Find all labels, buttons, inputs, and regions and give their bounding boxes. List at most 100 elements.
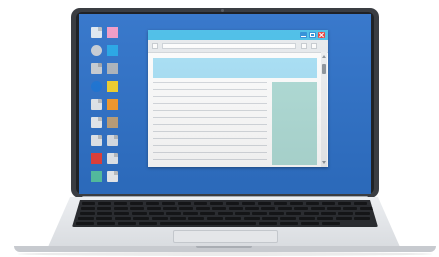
- pie-chart-icon[interactable]: [107, 171, 118, 182]
- file-icon-2[interactable]: [107, 135, 118, 146]
- keyboard-key[interactable]: [259, 222, 277, 225]
- keyboard-key[interactable]: [162, 202, 175, 205]
- keyboard-key[interactable]: [98, 202, 111, 205]
- keyboard-key[interactable]: [354, 202, 367, 205]
- orange-folder-icon[interactable]: [107, 99, 118, 110]
- keyboard-key[interactable]: [306, 202, 319, 205]
- keyboard-key[interactable]: [327, 207, 341, 210]
- keyboard-key[interactable]: [261, 207, 276, 210]
- keyboard-key[interactable]: [210, 202, 223, 205]
- keyboard-key[interactable]: [301, 222, 319, 225]
- keyboard-key[interactable]: [96, 217, 113, 220]
- keyboard-key[interactable]: [178, 202, 191, 205]
- bookmark-icon[interactable]: [301, 43, 307, 49]
- keyboard-key[interactable]: [354, 217, 370, 220]
- keyboard-key[interactable]: [343, 207, 358, 210]
- keyboard-key[interactable]: [212, 207, 227, 210]
- keyboard-key[interactable]: [252, 212, 267, 215]
- keyboard-key[interactable]: [114, 217, 131, 220]
- home-icon[interactable]: [152, 43, 158, 49]
- scroll-thumb[interactable]: [322, 64, 326, 74]
- teal-folder-icon[interactable]: [91, 171, 102, 182]
- keyboard-key[interactable]: [76, 222, 94, 225]
- gray-doc-icon[interactable]: [91, 63, 102, 74]
- keyboard-key[interactable]: [290, 202, 303, 205]
- keyboard-key[interactable]: [194, 202, 207, 205]
- tan-folder-icon[interactable]: [107, 117, 118, 128]
- window-titlebar[interactable]: [148, 30, 328, 40]
- app-window[interactable]: [148, 30, 328, 167]
- keyboard-key[interactable]: [195, 207, 210, 210]
- minimize-icon[interactable]: [300, 32, 307, 38]
- keyboard-key[interactable]: [338, 202, 351, 205]
- keyboard-key[interactable]: [146, 207, 161, 210]
- keyboard-key[interactable]: [118, 222, 136, 225]
- keyboard-key[interactable]: [338, 212, 353, 215]
- keyboard-key[interactable]: [217, 212, 233, 215]
- keyboard-key[interactable]: [82, 202, 95, 205]
- globe-icon[interactable]: [91, 81, 102, 92]
- keyboard-key[interactable]: [133, 217, 150, 220]
- space-key[interactable]: [160, 222, 256, 225]
- keyboard-key[interactable]: [183, 212, 199, 215]
- keyboard-key[interactable]: [226, 202, 239, 205]
- light-doc-icon[interactable]: [91, 99, 102, 110]
- keyboard-key[interactable]: [139, 222, 157, 225]
- close-icon[interactable]: [318, 32, 325, 38]
- keyboard-key[interactable]: [355, 212, 371, 215]
- keyboard-key[interactable]: [97, 207, 112, 210]
- keyboard-key[interactable]: [131, 212, 147, 215]
- keyboard-key[interactable]: [97, 212, 113, 215]
- keyboard-key[interactable]: [280, 222, 298, 225]
- keyboard-key[interactable]: [130, 202, 143, 205]
- keyboard-key[interactable]: [114, 202, 127, 205]
- trackpad[interactable]: [173, 230, 278, 243]
- keyboard-key[interactable]: [234, 212, 250, 215]
- keyboard-key[interactable]: [320, 212, 336, 215]
- keyboard-key[interactable]: [335, 217, 352, 220]
- desktop-screen[interactable]: [79, 14, 371, 194]
- keyboard-key[interactable]: [78, 217, 94, 220]
- keyboard-key[interactable]: [303, 212, 319, 215]
- keyboard-key[interactable]: [286, 212, 302, 215]
- keyboard-key[interactable]: [258, 202, 271, 205]
- keyboard-key[interactable]: [130, 207, 145, 210]
- keyboard-key[interactable]: [277, 207, 292, 210]
- keyboard-key[interactable]: [206, 217, 223, 220]
- keyboard-key[interactable]: [170, 217, 186, 220]
- keyboard-key[interactable]: [262, 217, 278, 220]
- keyboard-key[interactable]: [242, 202, 255, 205]
- scroll-up-icon[interactable]: [322, 55, 326, 58]
- trash-icon[interactable]: [91, 27, 102, 38]
- keyboard-key[interactable]: [228, 207, 243, 210]
- keyboard-key[interactable]: [359, 207, 374, 210]
- keyboard-key[interactable]: [269, 212, 285, 215]
- keyboard-key[interactable]: [245, 207, 259, 210]
- keyboard-key[interactable]: [166, 212, 181, 215]
- address-bar[interactable]: [162, 43, 296, 49]
- note-icon[interactable]: [107, 153, 118, 164]
- keyboard-key[interactable]: [163, 207, 177, 210]
- keyboard-key[interactable]: [148, 212, 164, 215]
- keyboard-key[interactable]: [151, 217, 168, 220]
- maximize-icon[interactable]: [309, 32, 316, 38]
- keyboard-key[interactable]: [280, 217, 297, 220]
- keyboard-key[interactable]: [81, 207, 95, 210]
- keyboard-key[interactable]: [243, 217, 260, 220]
- keyboard-key[interactable]: [317, 217, 334, 220]
- keyboard-key[interactable]: [322, 222, 340, 225]
- keyboard-key[interactable]: [294, 207, 309, 210]
- scroll-down-icon[interactable]: [322, 161, 326, 164]
- keyboard-key[interactable]: [80, 212, 95, 215]
- blue-folder-icon[interactable]: [107, 45, 118, 56]
- keyboard-key[interactable]: [188, 217, 205, 220]
- red-folder-icon[interactable]: [91, 153, 102, 164]
- keyboard-key[interactable]: [298, 217, 315, 220]
- keyboard-key[interactable]: [113, 207, 128, 210]
- keyboard-key[interactable]: [97, 222, 115, 225]
- keyboard-key[interactable]: [225, 217, 242, 220]
- pink-folder-icon[interactable]: [107, 27, 118, 38]
- keyboard-key[interactable]: [310, 207, 325, 210]
- keyboard-key[interactable]: [179, 207, 194, 210]
- keyboard-key[interactable]: [146, 202, 159, 205]
